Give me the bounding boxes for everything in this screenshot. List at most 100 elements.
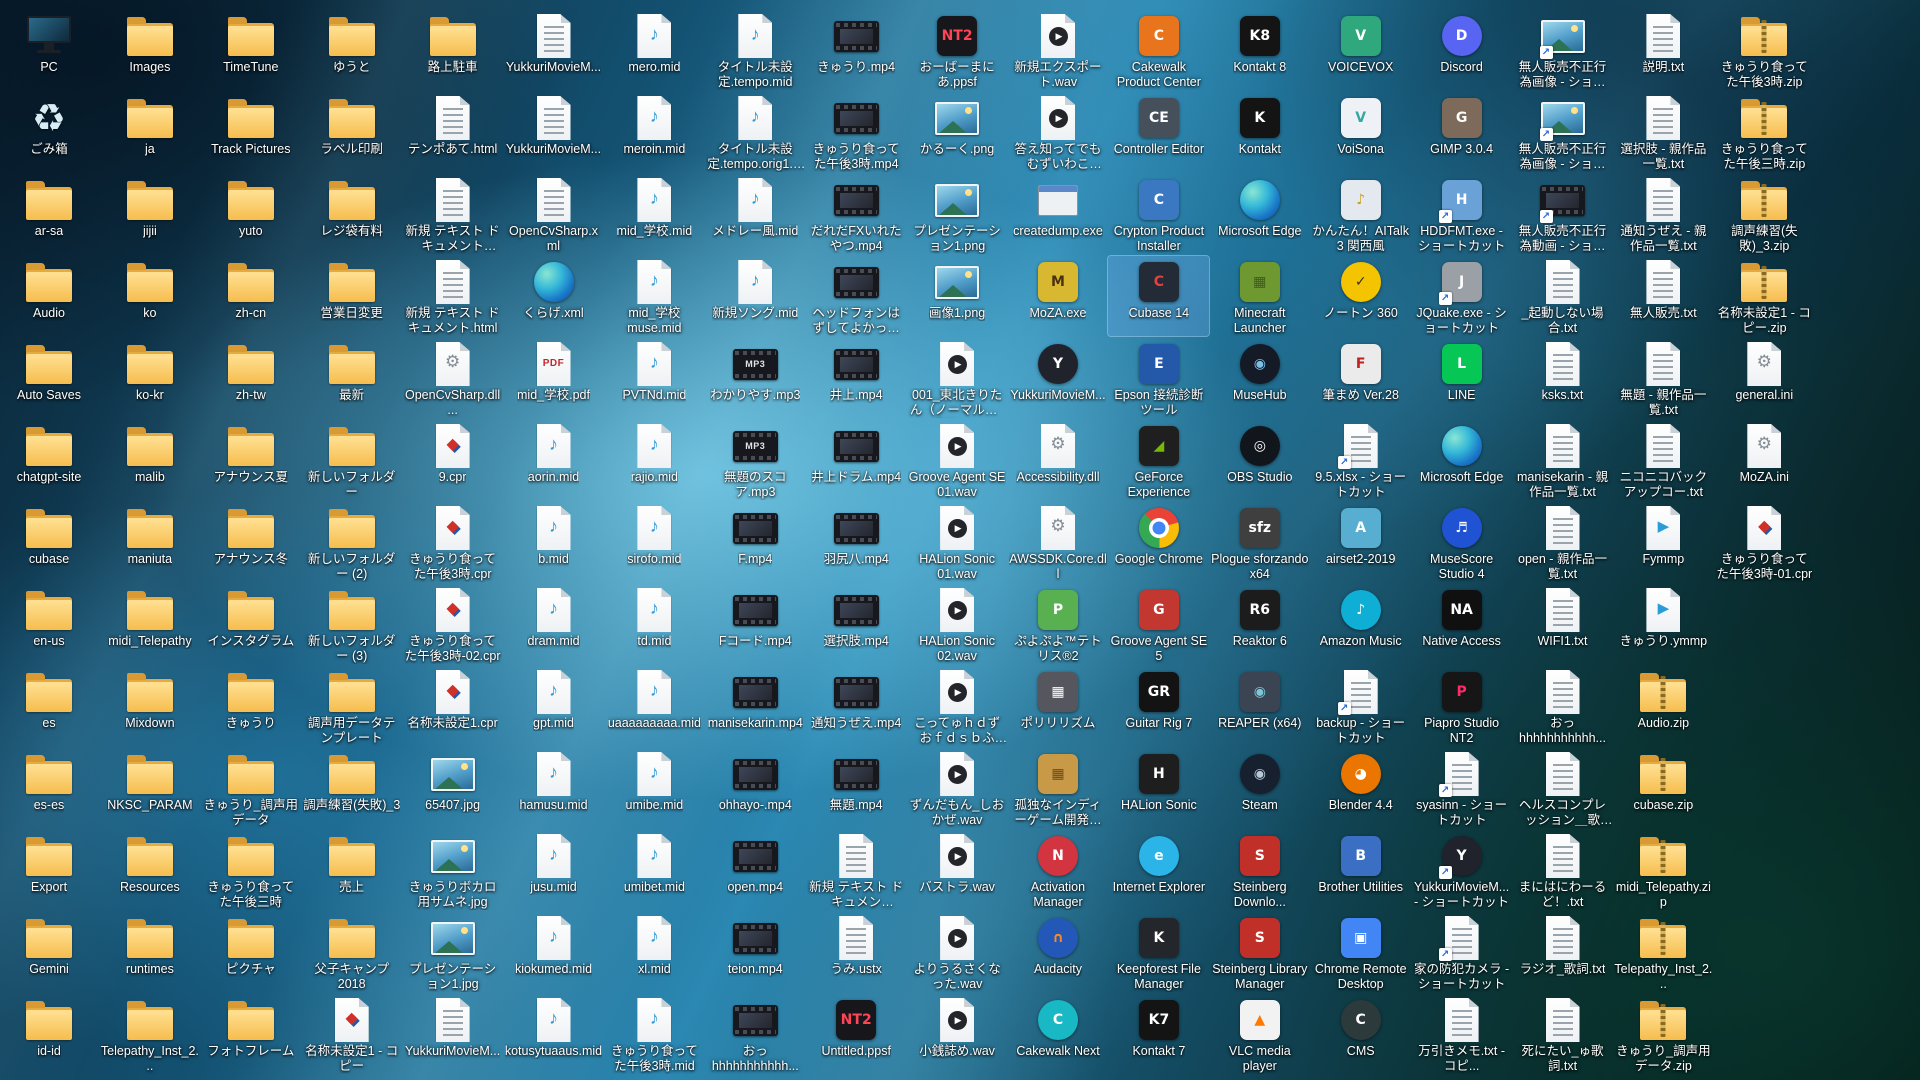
desktop-icon[interactable]: BBrother Utilities bbox=[1310, 830, 1411, 910]
desktop-icon[interactable]: ♪Amazon Music bbox=[1310, 584, 1411, 664]
desktop-icon[interactable]: YukkuriMovieM... bbox=[503, 10, 604, 90]
desktop-icon[interactable]: ♪uaaaaaaaaa.mid bbox=[604, 666, 705, 746]
desktop-icon[interactable]: ♪PVTNd.mid bbox=[604, 338, 705, 418]
desktop-icon[interactable]: ▣Chrome Remote Desktop bbox=[1310, 912, 1411, 992]
desktop-icon[interactable]: アナウンス夏 bbox=[200, 420, 301, 500]
desktop-icon[interactable]: jijii bbox=[99, 174, 200, 254]
desktop-icon[interactable]: ▶こってゅｈｄずおｆｄｓｂふぁ.wav bbox=[907, 666, 1008, 746]
desktop-icon[interactable]: Images bbox=[99, 10, 200, 90]
desktop-icon[interactable]: ◆きゅうり食ってた午後3時.cpr bbox=[402, 502, 503, 582]
desktop-icon[interactable]: KKontakt bbox=[1209, 92, 1310, 172]
desktop-icon[interactable]: きゅうり食ってた午後3時.zip bbox=[1714, 10, 1815, 90]
desktop-icon[interactable]: インスタグラム bbox=[200, 584, 301, 664]
desktop-icon[interactable]: ↗syasinn - ショートカット bbox=[1411, 748, 1512, 828]
desktop-icon[interactable]: ♪umibe.mid bbox=[604, 748, 705, 828]
desktop-icon[interactable]: Google Chrome bbox=[1108, 502, 1209, 582]
desktop-icon[interactable]: アナウンス冬 bbox=[200, 502, 301, 582]
desktop-icon[interactable]: ◆きゅうり食ってた午後3時-01.cpr bbox=[1714, 502, 1815, 582]
desktop-icon[interactable]: くらげ.xml bbox=[503, 256, 604, 336]
desktop-icon[interactable]: ラジオ_歌詞.txt bbox=[1512, 912, 1613, 992]
desktop-icon[interactable]: Y↗YukkuriMovieM... - ショートカット bbox=[1411, 830, 1512, 910]
desktop-icon[interactable]: CCMS bbox=[1310, 994, 1411, 1074]
desktop-icon[interactable]: おっhhhhhhhhhhh... bbox=[1512, 666, 1613, 746]
desktop-icon[interactable]: Aairset2-2019 bbox=[1310, 502, 1411, 582]
desktop-icon[interactable]: CCrypton Product Installer bbox=[1108, 174, 1209, 254]
desktop-icon[interactable]: sfzPlogue sforzando x64 bbox=[1209, 502, 1310, 582]
desktop-icon[interactable]: MMoZA.exe bbox=[1008, 256, 1109, 336]
desktop-icon[interactable]: 万引きメモ.txt - コピ... bbox=[1411, 994, 1512, 1074]
desktop-icon[interactable]: F.mp4 bbox=[705, 502, 806, 582]
desktop-icon[interactable]: ♪meroin.mid bbox=[604, 92, 705, 172]
desktop-icon[interactable]: 父子キャンプ2018 bbox=[301, 912, 402, 992]
desktop-icon[interactable]: 新しいフォルダー bbox=[301, 420, 402, 500]
desktop-icon[interactable]: だれだFXいれたやつ.mp4 bbox=[806, 174, 907, 254]
desktop-icon[interactable]: VVOICEVOX bbox=[1310, 10, 1411, 90]
desktop-icon[interactable]: ♪hamusu.mid bbox=[503, 748, 604, 828]
desktop-icon[interactable]: 調声練習(失敗)_3.zip bbox=[1714, 174, 1815, 254]
desktop-icon[interactable]: Telepathy_Inst_2... bbox=[99, 994, 200, 1074]
desktop-icon[interactable]: 売上 bbox=[301, 830, 402, 910]
desktop-icon[interactable]: chatgpt-site bbox=[0, 420, 100, 500]
desktop-icon[interactable]: malib bbox=[99, 420, 200, 500]
desktop-icon[interactable]: ◢GeForce Experience bbox=[1108, 420, 1209, 500]
desktop-icon[interactable]: ↗家の防犯カメラ - ショートカット bbox=[1411, 912, 1512, 992]
desktop-icon[interactable]: おっhhhhhhhhhhh... bbox=[705, 994, 806, 1074]
desktop-icon[interactable]: ◉MuseHub bbox=[1209, 338, 1310, 418]
desktop-icon[interactable]: OpenCvSharp.xml bbox=[503, 174, 604, 254]
desktop-icon[interactable]: ▲VLC media player bbox=[1209, 994, 1310, 1074]
desktop-icon[interactable]: ▶001_東北きりたん（ノーマル）_今じゃ... bbox=[907, 338, 1008, 418]
desktop-icon[interactable]: VVoiSona bbox=[1310, 92, 1411, 172]
desktop-icon[interactable]: レジ袋有料 bbox=[301, 174, 402, 254]
desktop-icon[interactable]: YukkuriMovieM... bbox=[503, 92, 604, 172]
desktop-icon[interactable]: 選択肢 - 親作品一覧.txt bbox=[1613, 92, 1714, 172]
desktop-icon[interactable]: ▶Groove Agent SE 01.wav bbox=[907, 420, 1008, 500]
desktop-icon[interactable]: 新しいフォルダー (3) bbox=[301, 584, 402, 664]
desktop-icon[interactable]: ko bbox=[99, 256, 200, 336]
desktop-icon[interactable]: ラベル印刷 bbox=[301, 92, 402, 172]
desktop-icon[interactable]: ♪sirofo.mid bbox=[604, 502, 705, 582]
desktop-icon[interactable]: id-id bbox=[0, 994, 100, 1074]
desktop-icon[interactable]: まにはにわーるど！.txt bbox=[1512, 830, 1613, 910]
desktop-icon[interactable]: es bbox=[0, 666, 100, 746]
desktop-icon[interactable]: 調声用データテンプレート bbox=[301, 666, 402, 746]
desktop-icon[interactable]: ♪タイトル未設定.tempo.mid bbox=[705, 10, 806, 90]
desktop-icon[interactable]: ピクチャ bbox=[200, 912, 301, 992]
desktop-icon[interactable]: ♪きゅうり食ってた午後3時.mid bbox=[604, 994, 705, 1074]
desktop-icon[interactable]: CCakewalk Product Center bbox=[1108, 10, 1209, 90]
desktop-icon[interactable]: ◎OBS Studio bbox=[1209, 420, 1310, 500]
desktop-icon[interactable]: EEpson 接続診断ツール bbox=[1108, 338, 1209, 418]
desktop-icon[interactable]: ⚙AWSSDK.Core.dll bbox=[1008, 502, 1109, 582]
desktop-icon[interactable]: ▶新規エクスポート.wav bbox=[1008, 10, 1109, 90]
desktop-icon[interactable]: ▶Fymmp bbox=[1613, 502, 1714, 582]
desktop-icon[interactable]: ♪mero.mid bbox=[604, 10, 705, 90]
desktop-icon[interactable]: zh-tw bbox=[200, 338, 301, 418]
desktop-icon[interactable]: ♪dram.mid bbox=[503, 584, 604, 664]
desktop-icon[interactable]: Microsoft Edge bbox=[1411, 420, 1512, 500]
desktop-icon[interactable]: かるーく.png bbox=[907, 92, 1008, 172]
desktop-icon[interactable]: きゅうり_調声用データ bbox=[200, 748, 301, 828]
desktop-icon[interactable]: YYukkuriMovieM... bbox=[1008, 338, 1109, 418]
desktop-icon[interactable]: きゅうり食ってた午後三時 bbox=[200, 830, 301, 910]
desktop-icon[interactable]: GGroove Agent SE 5 bbox=[1108, 584, 1209, 664]
desktop-icon[interactable]: teion.mp4 bbox=[705, 912, 806, 992]
desktop-icon[interactable]: ▶よりうるさくなった.wav bbox=[907, 912, 1008, 992]
desktop-icon[interactable]: ゆうと bbox=[301, 10, 402, 90]
desktop-icon[interactable]: 営業日変更 bbox=[301, 256, 402, 336]
desktop-icon[interactable]: ↗無人販売不正行為画像 - ショートカッ... bbox=[1512, 10, 1613, 90]
desktop-icon[interactable]: 無人販売.txt bbox=[1613, 256, 1714, 336]
desktop-icon[interactable]: プレゼンテーション1.png bbox=[907, 174, 1008, 254]
desktop-icon[interactable]: CEController Editor bbox=[1108, 92, 1209, 172]
desktop-icon[interactable]: midi_Telepathy.zip bbox=[1613, 830, 1714, 910]
desktop-icon[interactable]: ▶きゅうり.ymmp bbox=[1613, 584, 1714, 664]
desktop-icon[interactable]: NKSC_PARAM bbox=[99, 748, 200, 828]
desktop-icon[interactable]: フォトフレーム bbox=[200, 994, 301, 1074]
desktop-icon[interactable]: ヘルスコンプレッション＿歌詞.txt bbox=[1512, 748, 1613, 828]
desktop-icon[interactable]: ⚙general.ini bbox=[1714, 338, 1815, 418]
desktop-icon[interactable]: GRGuitar Rig 7 bbox=[1108, 666, 1209, 746]
desktop-icon[interactable]: 羽尻八.mp4 bbox=[806, 502, 907, 582]
desktop-icon[interactable]: 無題.mp4 bbox=[806, 748, 907, 828]
desktop-icon[interactable]: 新規 テキスト ドキュメント.musicxml bbox=[806, 830, 907, 910]
desktop-icon[interactable]: ohhayo-.mp4 bbox=[705, 748, 806, 828]
desktop-icon[interactable]: ▶HALion Sonic 02.wav bbox=[907, 584, 1008, 664]
desktop-icon[interactable]: ♪jusu.mid bbox=[503, 830, 604, 910]
